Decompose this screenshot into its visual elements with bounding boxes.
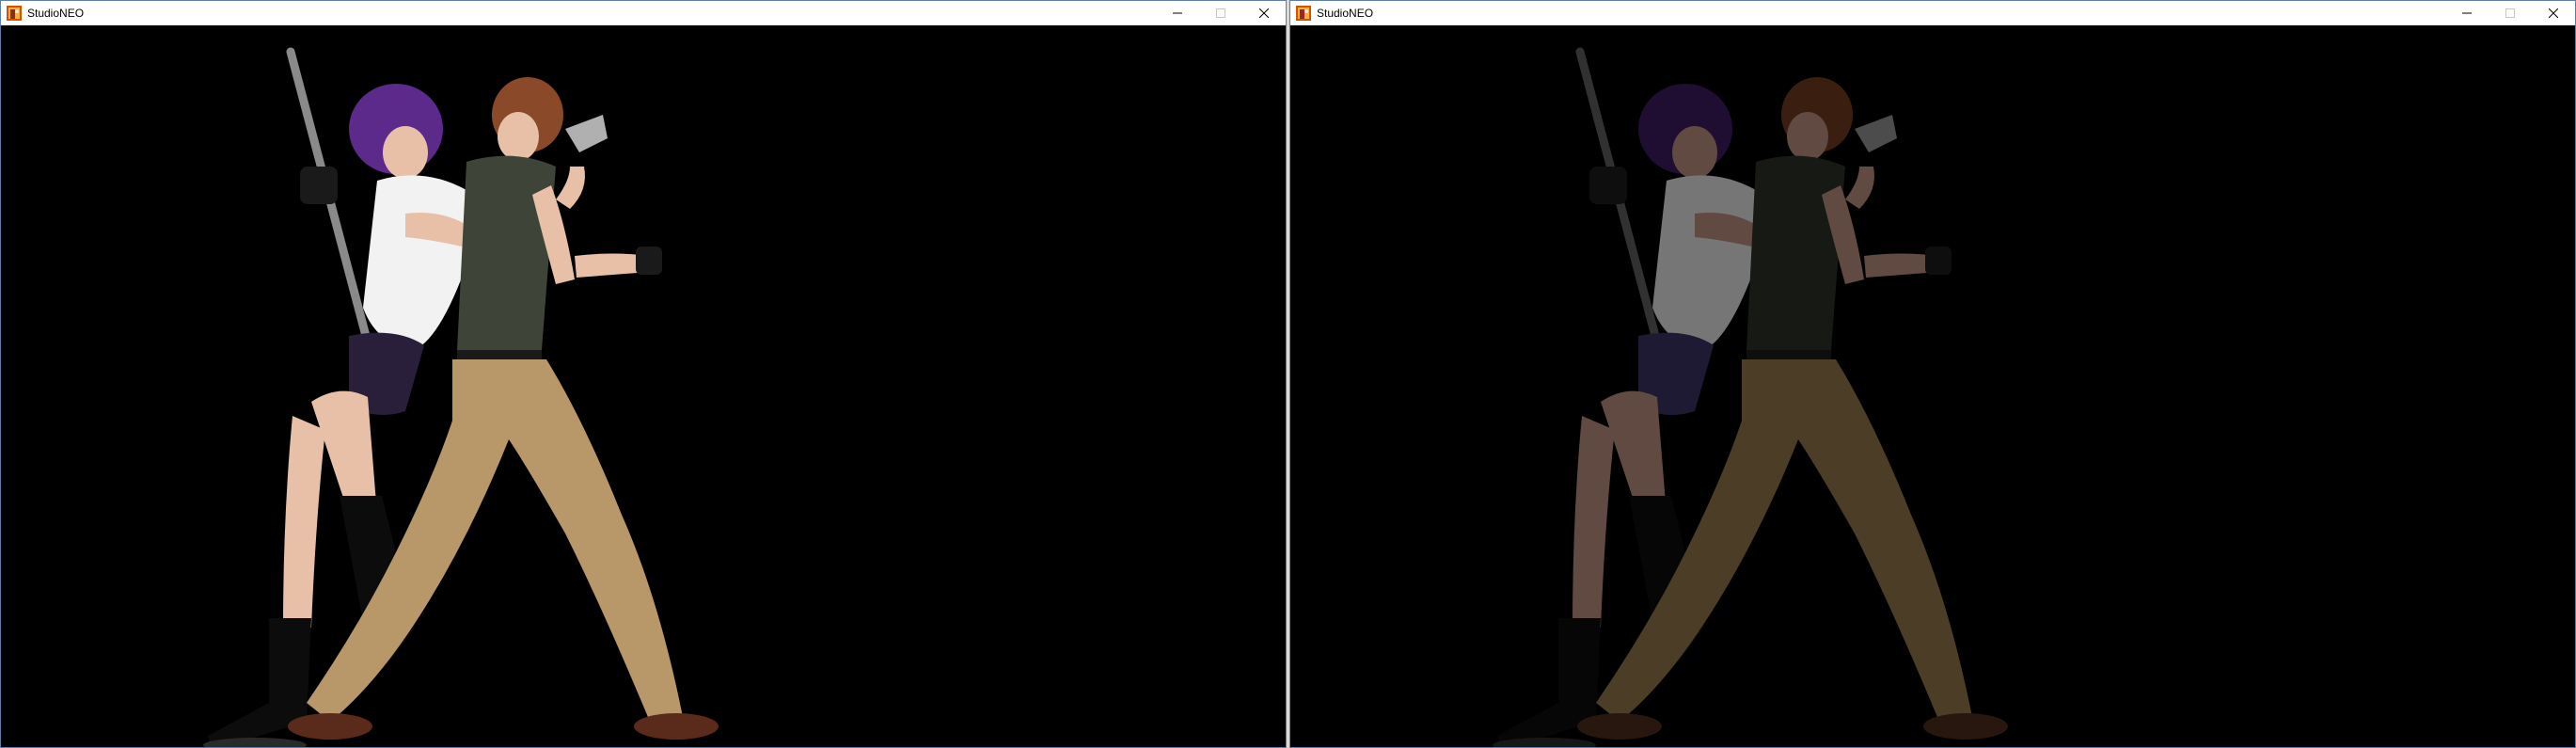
3d-viewport[interactable] — [1290, 25, 2575, 747]
maximize-button[interactable] — [2489, 1, 2532, 24]
minimize-button[interactable] — [2445, 1, 2489, 24]
close-button[interactable] — [1242, 1, 1286, 24]
minimize-icon — [2462, 12, 2472, 13]
minimize-icon — [1173, 12, 1182, 13]
minimize-button[interactable] — [1156, 1, 1199, 24]
studioneo-app-icon — [1296, 5, 1311, 21]
window-title: StudioNEO — [1317, 6, 1374, 20]
studioneo-app-icon — [7, 5, 22, 21]
close-button[interactable] — [2532, 1, 2575, 24]
close-icon — [1259, 8, 1269, 18]
studioneo-window-left[interactable]: StudioNEO — [0, 0, 1287, 748]
studioneo-window-right[interactable]: StudioNEO — [1289, 0, 2576, 748]
character-scene — [1493, 47, 2008, 747]
maximize-button[interactable] — [1199, 1, 1242, 24]
maximize-icon — [1216, 8, 1225, 18]
maximize-icon — [2505, 8, 2515, 18]
title-bar[interactable]: StudioNEO — [1290, 1, 2575, 25]
character-scene — [203, 47, 719, 747]
title-bar[interactable]: StudioNEO — [1, 1, 1286, 25]
close-icon — [2549, 8, 2558, 18]
window-title: StudioNEO — [27, 6, 85, 20]
desktop: StudioNEO StudioNEO — [0, 0, 2576, 748]
girl-figure — [203, 47, 471, 747]
3d-viewport[interactable] — [1, 25, 1286, 747]
girl-figure — [1493, 47, 1761, 747]
